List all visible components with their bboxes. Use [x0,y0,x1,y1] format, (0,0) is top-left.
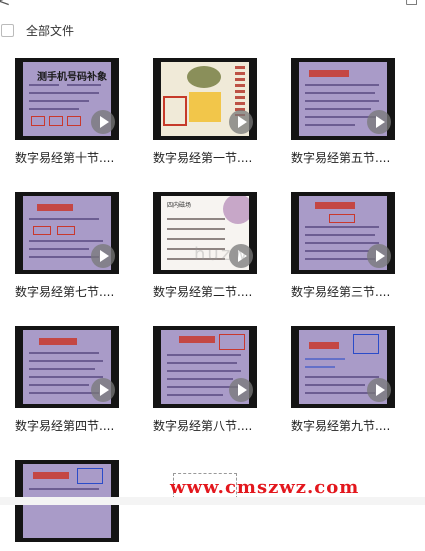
file-item[interactable]: 数字易经第九节.... [291,326,395,434]
watermark-text: huzw [194,244,249,265]
file-item[interactable]: 数字易经第七节.... [15,192,119,300]
video-thumbnail[interactable] [291,58,395,140]
top-bar: < □ [0,0,425,10]
select-all-label: 全部文件 [26,23,75,38]
file-item[interactable]: 数字易经第四节.... [15,326,119,434]
back-arrow-icon[interactable]: < [0,0,10,10]
play-icon[interactable] [91,378,115,402]
play-icon[interactable] [229,110,253,134]
slide-subtitle: 四内磁场 [167,202,192,209]
file-item[interactable]: 数字易经第三节.... [291,192,395,300]
play-icon[interactable] [91,110,115,134]
video-thumbnail[interactable] [153,58,257,140]
video-thumbnail[interactable] [291,326,395,408]
file-name[interactable]: 数字易经第五节.... [291,149,411,166]
file-item[interactable] [15,460,119,551]
file-item[interactable]: 数字易经第一节.... [153,58,257,166]
file-item[interactable]: 数字易经第八节.... [153,326,257,434]
file-name[interactable]: 数字易经第九节.... [291,417,411,434]
file-name[interactable]: 数字易经第二节.... [153,283,273,300]
site-watermark: www.cmszwz.com [170,477,360,498]
file-name[interactable]: 数字易经第三节.... [291,283,411,300]
file-name[interactable]: 数字易经第十节.... [15,149,135,166]
play-icon[interactable] [91,244,115,268]
play-icon[interactable] [367,378,391,402]
play-icon[interactable] [367,110,391,134]
menu-icon[interactable]: □ [405,0,418,7]
file-name[interactable]: 数字易经第八节.... [153,417,273,434]
slide-title: 测手机号码补象 [37,72,107,83]
video-thumbnail[interactable] [15,192,119,274]
video-thumbnail[interactable] [15,326,119,408]
video-thumbnail[interactable]: 测手机号码补象 [15,58,119,140]
file-item[interactable]: 数字易经第五节.... [291,58,395,166]
file-name[interactable]: 数字易经第一节.... [153,149,273,166]
video-thumbnail[interactable] [291,192,395,274]
bottom-bar [0,497,425,505]
select-all-row[interactable]: 全部文件 [0,20,74,40]
play-icon[interactable] [367,244,391,268]
file-item[interactable]: 测手机号码补象 数字易经第十节.... [15,58,119,166]
video-thumbnail[interactable] [153,326,257,408]
file-name[interactable]: 数字易经第七节.... [15,283,135,300]
select-all-checkbox[interactable] [1,23,14,37]
play-icon[interactable] [229,378,253,402]
file-name[interactable]: 数字易经第四节.... [15,417,135,434]
